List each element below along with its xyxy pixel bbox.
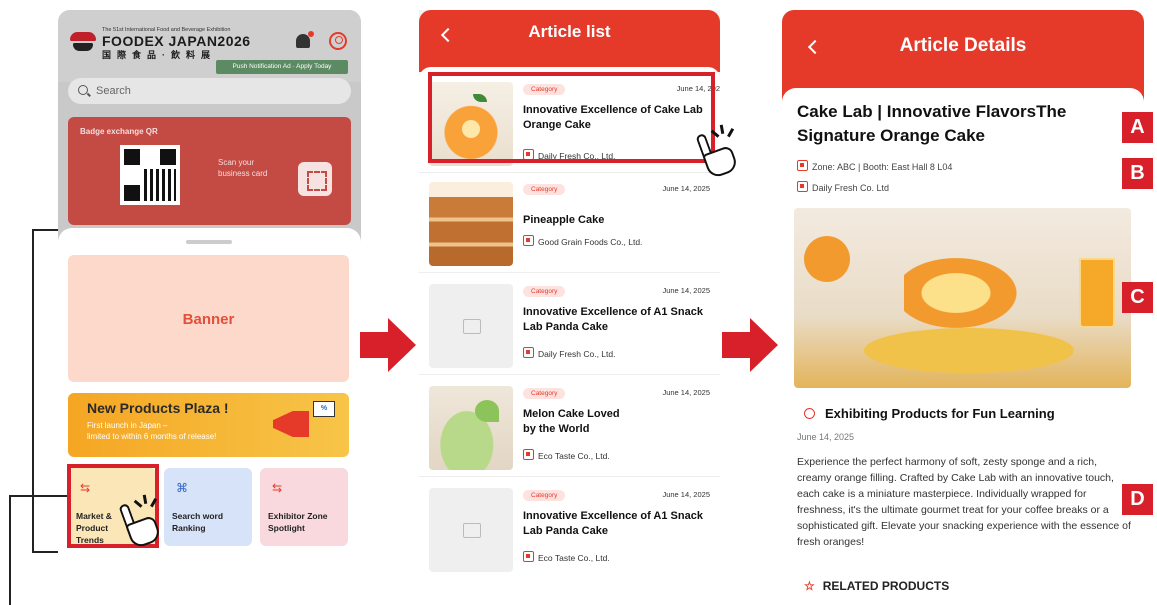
bracket-line: [9, 495, 67, 497]
article-date: June 14, 2025: [662, 184, 710, 193]
building-icon: [523, 235, 534, 246]
home-header: The 51st International Food and Beverage…: [58, 10, 361, 82]
article-body: Cake Lab | Innovative FlavorsThe Signatu…: [782, 88, 1144, 605]
qr-code-icon: [120, 145, 180, 205]
article-thumbnail: [429, 386, 513, 470]
article-description: Experience the perfect harmony of soft, …: [797, 456, 1131, 548]
related-products-heading: ☆ RELATED PRODUCTS: [804, 579, 950, 593]
article-title: Innovative Excellence of A1 Snack Lab Pa…: [523, 510, 703, 537]
booth-icon: [797, 160, 808, 171]
marker-a: A: [1122, 112, 1153, 143]
image-placeholder-icon: [429, 488, 513, 572]
section-title: Exhibiting Products for Fun Learning: [804, 406, 1055, 421]
marker-b: B: [1122, 158, 1153, 189]
push-ad-badge[interactable]: Push Notification Ad · Apply Today: [216, 60, 348, 74]
notification-dot: [308, 31, 314, 37]
building-icon: [523, 347, 534, 358]
highlight-box-article: [428, 72, 715, 163]
search-placeholder: Search: [96, 85, 131, 97]
scan-button[interactable]: [298, 162, 332, 196]
article-hero-image: [794, 208, 1131, 388]
article-details-screen: Article Details Cake Lab | Innovative Fl…: [782, 10, 1144, 605]
info-icon: [804, 408, 815, 419]
article-company: Eco Taste Co., Ltd.: [523, 449, 610, 461]
article-date: June 14, 2025: [662, 388, 710, 397]
banner-label: Banner: [182, 311, 235, 328]
bottom-sheet: Banner New Products Plaza ! First launch…: [58, 228, 361, 605]
category-badge: Category: [523, 490, 566, 501]
list-item[interactable]: Category June 14, 2025 Innovative Excell…: [419, 275, 720, 375]
article-title: Cake Lab | Innovative FlavorsThe Signatu…: [797, 102, 1067, 145]
search-input[interactable]: Search: [68, 78, 351, 104]
tile-label: Search word Ranking: [172, 511, 224, 533]
flow-arrow-icon: [360, 318, 416, 372]
logo-main-text: FOODEX JAPAN2026: [102, 33, 251, 49]
search-icon: [78, 85, 88, 95]
drag-handle[interactable]: [186, 240, 232, 244]
tile-search-ranking[interactable]: ⌘ Search word Ranking: [164, 468, 252, 546]
article-date: June 14, 2025: [662, 286, 710, 295]
bracket-line: [32, 229, 58, 231]
megaphone-icon: [273, 411, 309, 437]
flow-arrow-icon: [722, 318, 778, 372]
npp-title: New Products Plaza !: [87, 400, 229, 416]
article-title: Innovative Excellence of A1 Snack Lab Pa…: [523, 306, 703, 333]
list-item[interactable]: Category June 14, 2025 Pineapple Cake Go…: [419, 173, 720, 273]
tile-label: Exhibitor Zone Spotlight: [268, 511, 328, 533]
npp-subtitle: First launch in Japan – limited to withi…: [87, 421, 217, 441]
foodex-logo-icon: [70, 32, 96, 52]
article-date: June 14, 2025: [662, 490, 710, 499]
badge-exchange-card[interactable]: Badge exchange QR Scan your business car…: [68, 117, 351, 225]
article-company: Good Grain Foods Co., Ltd.: [523, 235, 642, 247]
tile-exhibitor-zone[interactable]: ⇆ Exhibitor Zone Spotlight: [260, 468, 348, 546]
article-date: June 14, 2025: [797, 432, 855, 442]
category-badge: Category: [523, 286, 566, 297]
percent-tag-icon: %: [313, 401, 335, 417]
article-title: Pineapple Cake: [523, 214, 605, 226]
list-item[interactable]: Category June 14, 2025 Innovative Excell…: [419, 479, 720, 579]
article-title: Melon Cake Loved by the World: [523, 408, 620, 435]
category-badge: Category: [523, 184, 566, 195]
image-placeholder-icon: [429, 284, 513, 368]
building-icon: [523, 449, 534, 460]
bracket-line: [32, 551, 58, 553]
page-title: Article Details: [899, 35, 1027, 56]
building-icon: [797, 181, 808, 192]
swap-icon: ⇆: [272, 481, 283, 495]
building-icon: [523, 551, 534, 562]
marker-c: C: [1122, 282, 1153, 313]
badge-title: Badge exchange QR: [80, 127, 158, 136]
category-badge: Category: [523, 388, 566, 399]
star-icon: ☆: [804, 579, 815, 593]
article-list-header: Article list: [419, 10, 720, 72]
banner[interactable]: Banner: [68, 255, 349, 382]
bracket-line: [32, 229, 34, 552]
article-company: Daily Fresh Co., Ltd.: [523, 347, 615, 359]
logo-sub-text: 国際食品·飲料展: [102, 50, 216, 60]
article-company: Eco Taste Co., Ltd.: [523, 551, 610, 563]
bracket-line: [9, 495, 11, 605]
new-products-plaza-card[interactable]: New Products Plaza ! First launch in Jap…: [68, 393, 349, 457]
ranking-icon: ⌘: [176, 481, 188, 495]
page-title: Article list: [528, 22, 611, 41]
article-thumbnail: [429, 182, 513, 266]
zone-booth-info: Zone: ABC | Booth: East Hall 8 L04: [797, 160, 952, 172]
scan-text: Scan your business card: [218, 158, 268, 178]
company-info[interactable]: Daily Fresh Co. Ltd: [797, 181, 889, 193]
list-item[interactable]: Category June 14, 2025 Melon Cake Loved …: [419, 377, 720, 477]
user-icon[interactable]: [329, 32, 347, 50]
marker-d: D: [1122, 484, 1153, 515]
